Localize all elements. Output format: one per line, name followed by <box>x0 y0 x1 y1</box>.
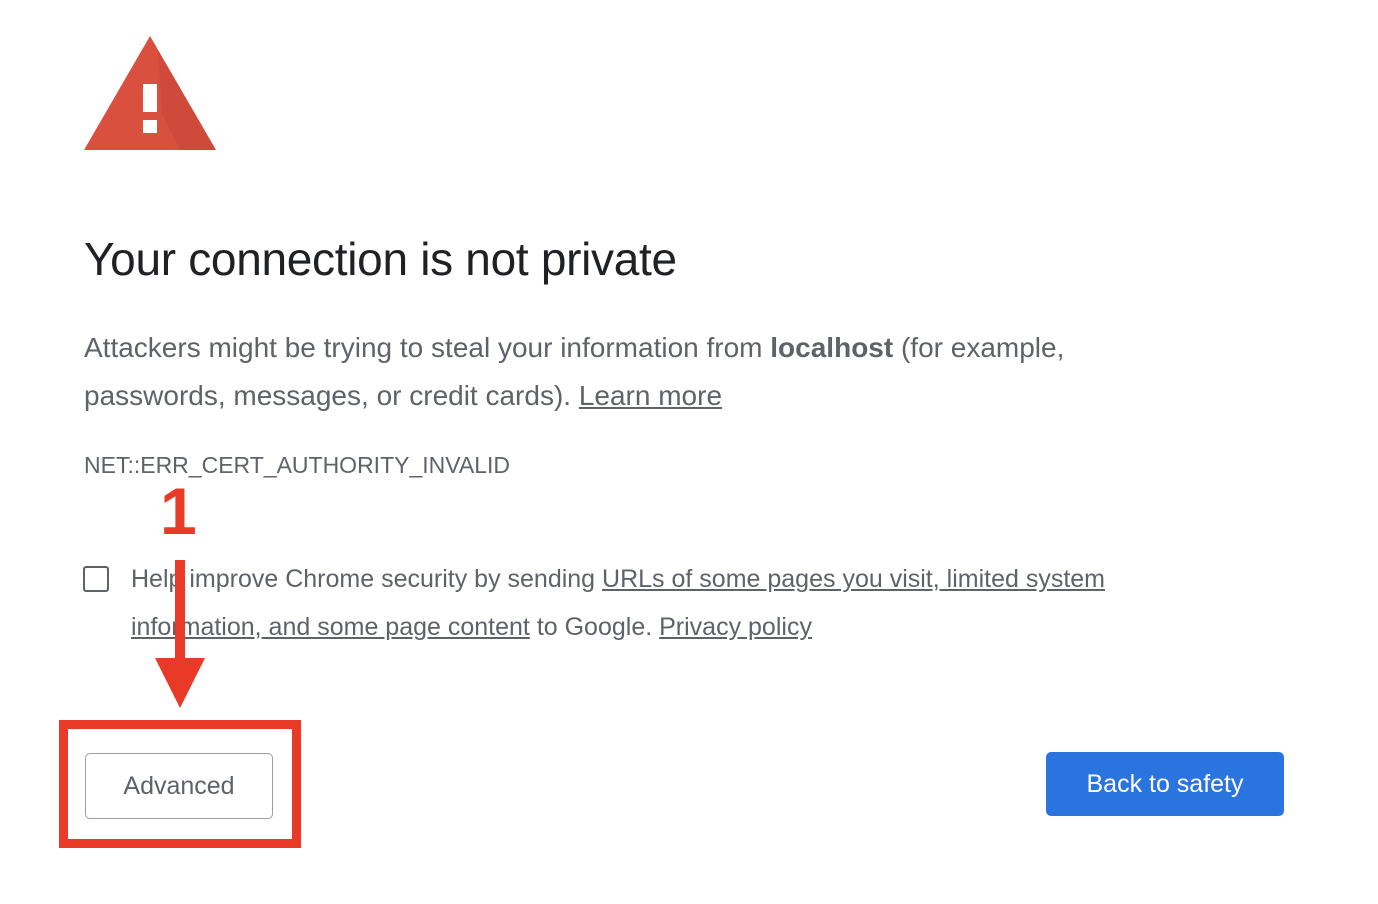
learn-more-link[interactable]: Learn more <box>579 380 722 411</box>
page-title: Your connection is not private <box>84 233 677 285</box>
annotation-step-number: 1 <box>160 474 197 548</box>
warning-triangle-icon <box>84 36 216 150</box>
optin-text: Help improve Chrome security by sending <box>131 565 603 593</box>
report-optin-checkbox[interactable] <box>83 566 109 592</box>
interstitial-page: Your connection is not private Attackers… <box>0 0 1378 904</box>
optin-text-middle: to Google. <box>529 613 660 641</box>
back-to-safety-button[interactable]: Back to safety <box>1046 752 1284 816</box>
privacy-policy-link[interactable]: Privacy policy <box>659 613 812 641</box>
advanced-button[interactable]: Advanced <box>85 753 273 819</box>
error-code: NET::ERR_CERT_AUTHORITY_INVALID <box>84 452 511 478</box>
description-text: Attackers might be trying to steal your … <box>84 332 771 363</box>
report-optin-text: Help improve Chrome security by sending … <box>131 555 1231 651</box>
host-name: localhost <box>770 332 894 363</box>
warning-description: Attackers might be trying to steal your … <box>84 324 1204 420</box>
